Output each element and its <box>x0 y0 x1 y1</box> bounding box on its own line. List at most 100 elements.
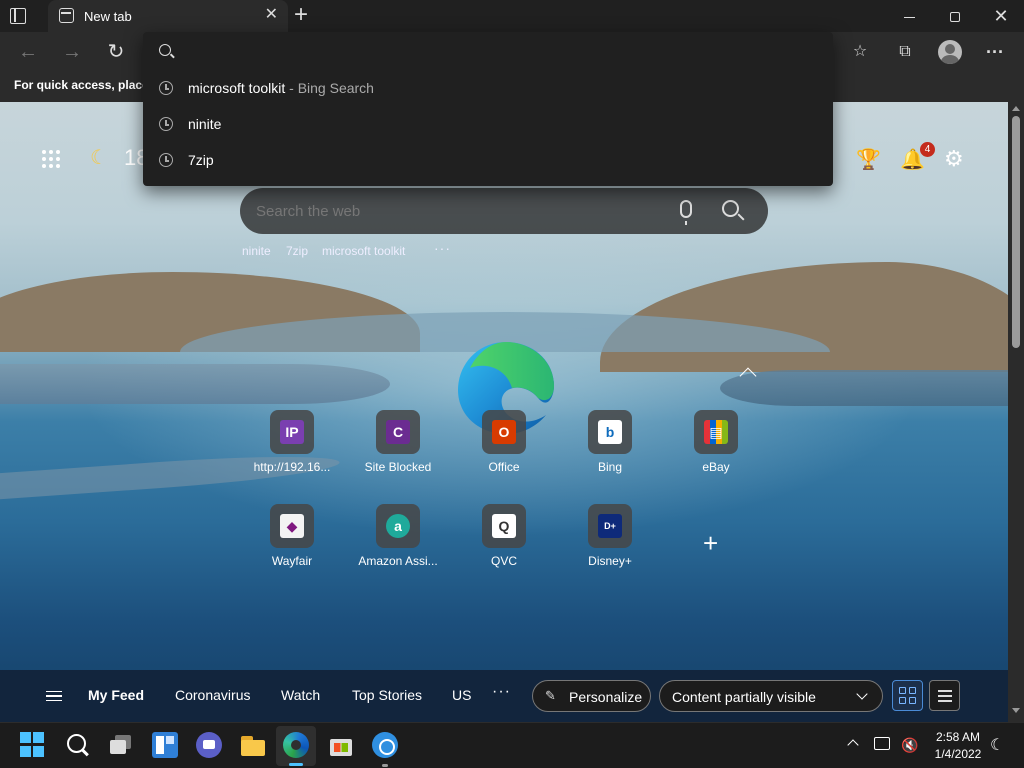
feed-tab-my-feed[interactable]: My Feed <box>88 687 144 703</box>
back-button[interactable]: ← <box>16 40 40 64</box>
quick-link-tile[interactable]: ◆ Wayfair <box>242 504 342 584</box>
pinned-app-icon[interactable] <box>372 732 398 758</box>
favorites-bar-hint: For quick access, place y <box>14 78 159 92</box>
start-button[interactable] <box>20 732 46 758</box>
quick-link-tile[interactable]: b Bing <box>560 410 660 490</box>
close-tab-button[interactable]: ✕ <box>265 6 278 24</box>
address-bar-dropdown: microsoft toolkit - Bing Search ninite 7… <box>143 32 833 186</box>
wayfair-icon: ◆ <box>280 514 304 538</box>
quick-link-label: http://192.16... <box>253 460 331 474</box>
volume-muted-icon[interactable]: 🔇 <box>901 737 918 753</box>
clock-date[interactable]: 1/4/2022 <box>918 747 998 761</box>
minimize-button[interactable] <box>886 0 932 32</box>
profile-avatar[interactable] <box>938 40 962 64</box>
close-window-button[interactable]: ✕ <box>978 0 1024 32</box>
address-suggestion[interactable]: 7zip <box>143 142 833 178</box>
search-icon <box>159 44 171 56</box>
qvc-icon: Q <box>492 514 516 538</box>
content-visibility-dropdown[interactable]: Content partially visible <box>659 680 883 712</box>
quick-link-tile-icon: D+ <box>588 504 632 548</box>
collections-button[interactable]: ⧉ <box>893 40 917 64</box>
personalize-button[interactable]: ✎ Personalize <box>532 680 651 712</box>
restore-icon <box>950 12 960 23</box>
recent-search-chip[interactable]: 7zip <box>286 244 308 258</box>
quick-link-label: Office <box>488 460 520 474</box>
address-bar-input[interactable] <box>183 38 823 64</box>
recent-searches-more-button[interactable]: ··· <box>434 240 451 256</box>
quick-link-label: Wayfair <box>271 554 313 568</box>
maximize-button[interactable] <box>932 0 978 32</box>
page-scrollbar[interactable] <box>1008 102 1024 722</box>
notification-count-badge: 4 <box>920 142 935 157</box>
quick-link-tile[interactable]: O Office <box>454 410 554 490</box>
focus-assist-icon[interactable]: ☾ <box>990 735 1004 755</box>
widgets-icon[interactable] <box>152 732 178 758</box>
feed-tab-coronavirus[interactable]: Coronavirus <box>175 687 250 703</box>
quick-link-tile[interactable]: D+ Disney+ <box>560 504 660 584</box>
quick-link-tile-icon: ◆ <box>270 504 314 548</box>
show-hidden-icons-chevron-icon[interactable] <box>847 739 859 751</box>
rewards-icon[interactable]: 🏆 <box>856 147 881 172</box>
address-suggestion[interactable]: ninite <box>143 106 833 142</box>
network-icon[interactable] <box>874 737 890 750</box>
settings-more-button[interactable]: ··· <box>983 40 1007 64</box>
title-bar: New tab ✕ + ✕ <box>0 0 1024 32</box>
scroll-down-arrow-icon[interactable] <box>1012 708 1020 713</box>
background-shore <box>720 370 1008 406</box>
taskbar: 🔇 2:58 AM 1/4/2022 ☾ <box>0 722 1024 768</box>
taskbar-search-icon[interactable] <box>65 732 91 758</box>
teams-chat-icon[interactable] <box>196 732 222 758</box>
office-icon: O <box>492 420 516 444</box>
tab-title: New tab <box>84 9 132 24</box>
web-search-box[interactable]: Search the web <box>240 188 768 234</box>
quick-link-tile[interactable]: a Amazon Assi... <box>348 504 448 584</box>
history-icon <box>159 153 173 167</box>
page-settings-gear-icon[interactable]: ⚙ <box>944 146 964 172</box>
add-quick-link-button[interactable]: + <box>703 528 718 559</box>
quick-link-tile[interactable]: C Site Blocked <box>348 410 448 490</box>
quick-link-c-icon: C <box>386 420 410 444</box>
microsoft-store-icon[interactable] <box>328 732 354 758</box>
file-explorer-icon[interactable] <box>240 732 266 758</box>
search-icon[interactable] <box>722 200 739 217</box>
scrollbar-thumb[interactable] <box>1012 116 1020 348</box>
forward-button[interactable]: → <box>60 40 84 64</box>
quick-link-tile-icon: b <box>588 410 632 454</box>
feed-tab-us[interactable]: US <box>452 687 471 703</box>
hamburger-menu-icon[interactable] <box>46 691 62 701</box>
quick-link-label: QVC <box>490 554 517 568</box>
favorites-button[interactable]: ☆ <box>848 40 872 64</box>
feed-tab-top-stories[interactable]: Top Stories <box>352 687 422 703</box>
feed-tab-watch[interactable]: Watch <box>281 687 320 703</box>
grid-layout-button[interactable] <box>892 680 923 711</box>
clock-time[interactable]: 2:58 AM <box>918 730 998 744</box>
quick-link-tile[interactable]: Q QVC <box>454 504 554 584</box>
background-shore <box>0 364 390 404</box>
scroll-up-arrow-icon[interactable] <box>1012 106 1020 111</box>
quick-link-tile[interactable]: ▤ eBay <box>666 410 766 490</box>
tab-new-tab[interactable]: New tab ✕ <box>48 0 288 32</box>
content-visibility-value: Content partially visible <box>672 689 816 705</box>
address-suggestion[interactable]: microsoft toolkit - Bing Search <box>143 70 833 106</box>
list-layout-button[interactable] <box>929 680 960 711</box>
personalize-label: Personalize <box>569 689 643 705</box>
taskbar-edge-button[interactable] <box>276 726 316 766</box>
suggestion-text: ninite <box>188 116 222 132</box>
quick-link-tile-icon: ▤ <box>694 410 738 454</box>
microphone-icon[interactable] <box>680 200 692 225</box>
quick-link-label: eBay <box>702 460 730 474</box>
quick-link-tile-icon: C <box>376 410 420 454</box>
weather-moon-icon[interactable]: ☾ <box>90 145 108 170</box>
refresh-button[interactable]: ↻ <box>104 40 128 64</box>
quick-link-tile-icon: a <box>376 504 420 548</box>
new-tab-button[interactable]: + <box>294 2 308 28</box>
quick-link-tile[interactable]: IP http://192.16... <box>242 410 342 490</box>
recent-search-chip[interactable]: microsoft toolkit <box>322 244 405 258</box>
task-view-icon[interactable] <box>109 732 135 758</box>
minimize-icon <box>903 16 915 18</box>
feed-more-button[interactable]: ··· <box>492 683 511 701</box>
recent-search-chip[interactable]: ninite <box>242 244 271 258</box>
app-launcher-icon[interactable] <box>42 150 60 168</box>
history-icon <box>159 117 173 131</box>
tab-actions-icon[interactable] <box>10 8 26 24</box>
